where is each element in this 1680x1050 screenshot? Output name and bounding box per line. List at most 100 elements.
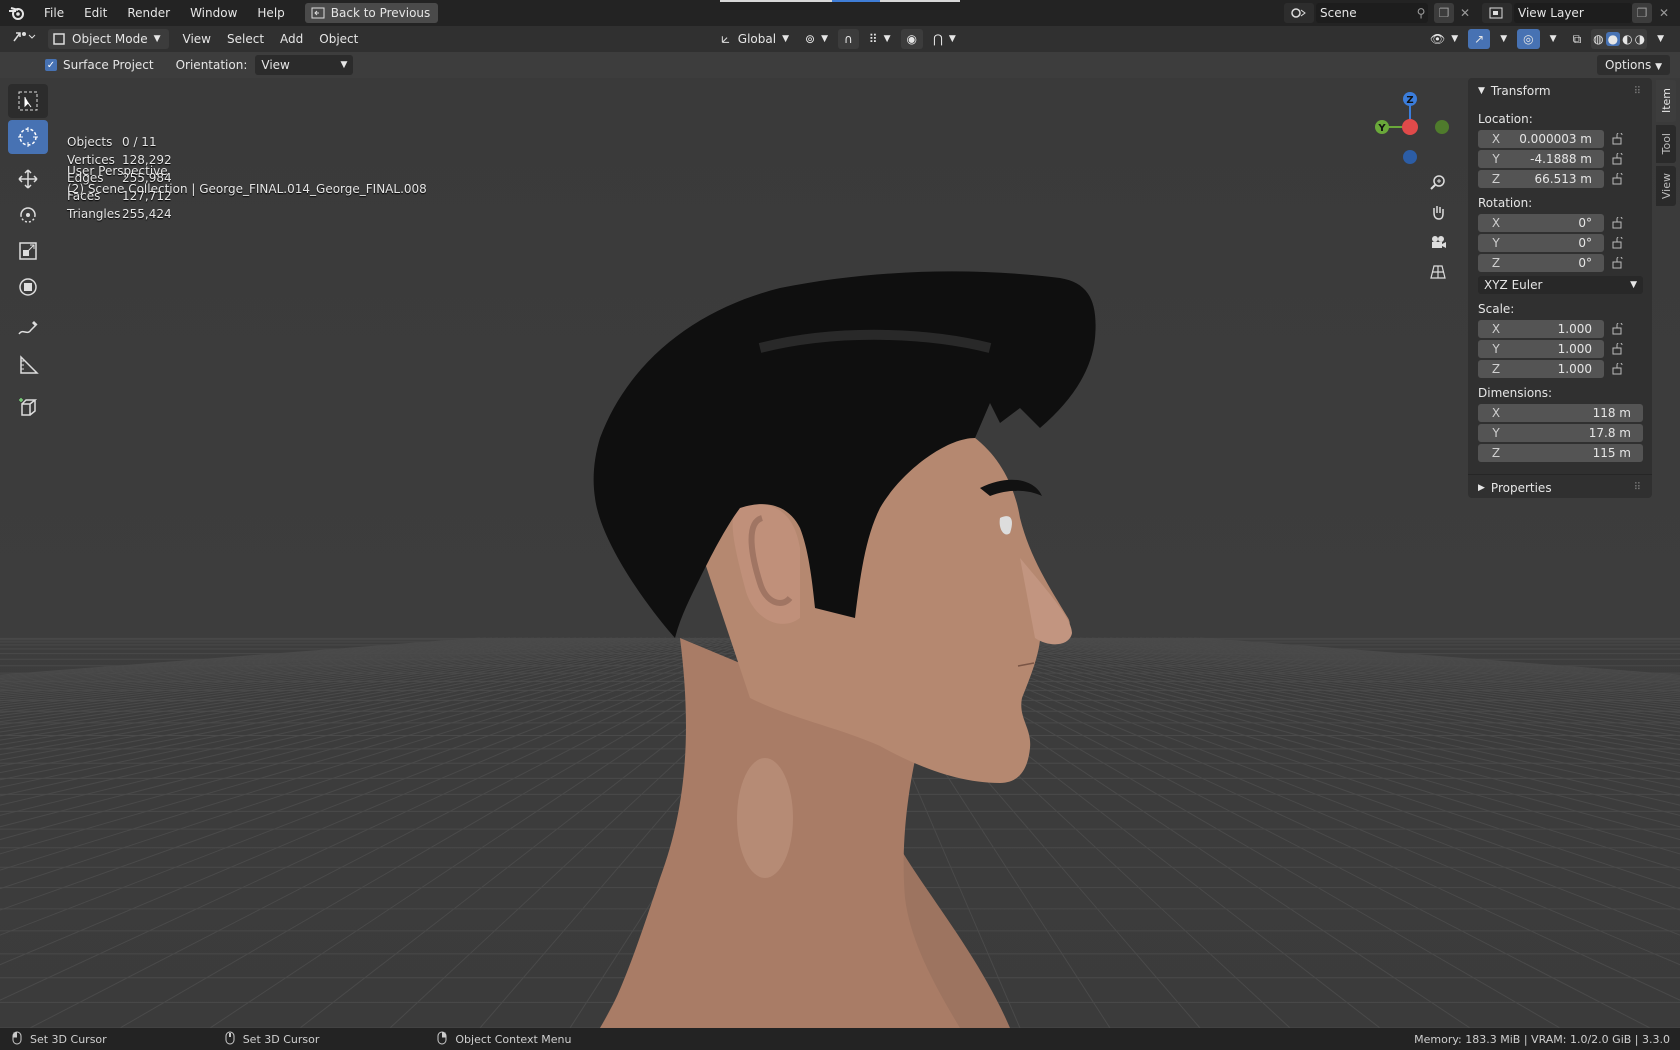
lock-icon[interactable]	[1604, 236, 1632, 249]
3d-viewport[interactable]: User Perspective (2) Scene Collection | …	[0, 78, 1680, 1028]
workspace-tab-strip[interactable]	[720, 0, 960, 2]
transform-tool[interactable]	[8, 270, 48, 304]
tab-view[interactable]: View	[1656, 166, 1676, 206]
location-y-field[interactable]: Y -4.1888 m	[1478, 149, 1604, 168]
stat-faces: Faces 127,712	[67, 187, 172, 205]
add-cube-tool[interactable]	[8, 390, 48, 424]
scale-z-field[interactable]: Z 1.000	[1478, 359, 1604, 378]
falloff-select[interactable]: ⋂ ▼	[927, 29, 962, 49]
pan-hand-icon[interactable]	[1424, 198, 1452, 226]
menu-help[interactable]: Help	[247, 0, 294, 26]
transform-panel-header[interactable]: ▼ Transform ⠿	[1468, 78, 1652, 104]
dimensions-x-field[interactable]: X 118 m	[1478, 403, 1643, 422]
overlays-toggle[interactable]: ◎	[1517, 29, 1540, 49]
rotation-z-field[interactable]: Z 0°	[1478, 253, 1604, 272]
chevron-down-icon: ▼	[1549, 34, 1557, 44]
lock-icon[interactable]	[1604, 362, 1632, 375]
rotate-tool[interactable]	[8, 198, 48, 232]
navigation-gizmo[interactable]: Z Y	[1370, 86, 1450, 176]
solid-shading-icon[interactable]: ●	[1605, 32, 1621, 46]
close-scene-icon[interactable]: ✕	[1455, 3, 1475, 23]
rotation-mode-value: XYZ Euler	[1484, 278, 1543, 292]
lock-icon[interactable]	[1604, 152, 1632, 165]
view-layer-name-field[interactable]: View Layer	[1514, 3, 1632, 23]
zoom-icon[interactable]	[1424, 168, 1452, 196]
shading-options-select[interactable]: ▼	[1651, 29, 1670, 49]
menu-object[interactable]: Object	[311, 26, 366, 52]
menu-add[interactable]: Add	[272, 26, 311, 52]
lock-icon[interactable]	[1604, 132, 1632, 145]
properties-panel-header[interactable]: ▶ Properties ⠿	[1468, 474, 1652, 500]
chevron-down-icon: ▼	[153, 34, 161, 44]
chevron-down-icon: ▼	[948, 34, 956, 44]
proportional-editing-toggle[interactable]: ◉	[900, 29, 923, 49]
annotate-tool[interactable]	[8, 312, 48, 346]
stat-label: Objects	[67, 135, 113, 149]
menu-edit[interactable]: Edit	[74, 0, 117, 26]
lock-icon[interactable]	[1604, 342, 1632, 355]
close-view-layer-icon[interactable]: ✕	[1654, 3, 1674, 23]
camera-icon[interactable]	[1424, 228, 1452, 256]
lock-icon[interactable]	[1604, 216, 1632, 229]
lock-icon[interactable]	[1604, 172, 1632, 185]
surface-project-checkbox[interactable]: ✓	[45, 59, 57, 71]
scale-label: Scale:	[1478, 302, 1515, 316]
view-layer-selector-button[interactable]	[1482, 3, 1512, 23]
drag-handle-icon[interactable]: ⠿	[1634, 86, 1642, 97]
pin-icon[interactable]: ⚲	[1411, 3, 1431, 23]
dimensions-y-field[interactable]: Y 17.8 m	[1478, 423, 1643, 442]
menu-file[interactable]: File	[34, 0, 74, 26]
overlays-options-select[interactable]: ▼	[1544, 29, 1563, 49]
transform-orientation-select[interactable]: Global ▼	[715, 29, 795, 49]
snap-toggle[interactable]: ∩	[837, 29, 859, 49]
tab-item[interactable]: Item	[1656, 80, 1676, 122]
rotate-icon	[20, 207, 36, 223]
new-view-layer-icon[interactable]: ❐	[1632, 3, 1652, 23]
lock-icon[interactable]	[1604, 322, 1632, 335]
chevron-down-icon: ▼	[883, 34, 891, 44]
scale-x-field[interactable]: X 1.000	[1478, 319, 1604, 338]
measure-tool[interactable]	[8, 348, 48, 382]
pivot-point-select[interactable]: ⊚ ▼	[799, 29, 834, 49]
orientation-select[interactable]: View ▼	[255, 55, 354, 75]
location-z-field[interactable]: Z 66.513 m	[1478, 169, 1604, 188]
surface-project-option[interactable]: ✓ Surface Project	[45, 58, 154, 72]
menu-render[interactable]: Render	[117, 0, 180, 26]
gizmo-options-select[interactable]: ▼	[1494, 29, 1513, 49]
lock-icon[interactable]	[1604, 256, 1632, 269]
material-shading-icon[interactable]: ◐	[1622, 32, 1632, 46]
scene-selector-button[interactable]	[1284, 3, 1314, 23]
visibility-select[interactable]: 👁 ▼	[1424, 29, 1464, 49]
options-dropdown[interactable]: Options ▼	[1596, 55, 1670, 75]
snap-target-select[interactable]: ⠿ ▼	[863, 29, 897, 49]
mode-select[interactable]: Object Mode ▼	[48, 29, 169, 49]
scale-y-field[interactable]: Y 1.000	[1478, 339, 1604, 358]
scale-tool[interactable]	[8, 234, 48, 268]
menu-view[interactable]: View	[175, 26, 219, 52]
rotation-mode-select[interactable]: XYZ Euler ▼	[1478, 276, 1643, 294]
select-box-tool[interactable]	[8, 84, 48, 118]
xray-toggle[interactable]: ⧉	[1567, 29, 1588, 49]
tab-tool[interactable]: Tool	[1656, 125, 1676, 163]
editor-type-icon[interactable]	[0, 26, 42, 52]
rotation-y-field[interactable]: Y 0°	[1478, 233, 1604, 252]
back-to-previous-button[interactable]: Back to Previous	[304, 3, 439, 23]
perspective-toggle-icon[interactable]	[1424, 258, 1452, 286]
cursor-tool[interactable]	[8, 120, 48, 154]
rotation-z-row: Z 0°	[1468, 253, 1652, 272]
menu-window[interactable]: Window	[180, 0, 247, 26]
move-tool[interactable]	[8, 162, 48, 196]
gizmo-toggle[interactable]: ↗	[1468, 29, 1491, 49]
blender-logo-icon[interactable]	[0, 0, 34, 26]
drag-handle-icon[interactable]: ⠿	[1634, 482, 1642, 493]
menu-select[interactable]: Select	[219, 26, 272, 52]
gizmo-z-label: Z	[1406, 95, 1413, 106]
dimensions-z-field[interactable]: Z 115 m	[1478, 443, 1643, 462]
new-scene-icon[interactable]: ❐	[1434, 3, 1454, 23]
rendered-shading-icon[interactable]: ◑	[1635, 32, 1645, 46]
location-z-row: Z 66.513 m	[1468, 169, 1652, 188]
location-x-field[interactable]: X 0.000003 m	[1478, 129, 1604, 148]
wireframe-shading-icon[interactable]: ◍	[1593, 32, 1603, 46]
rotation-x-field[interactable]: X 0°	[1478, 213, 1604, 232]
axis-label: Y	[1492, 425, 1500, 440]
